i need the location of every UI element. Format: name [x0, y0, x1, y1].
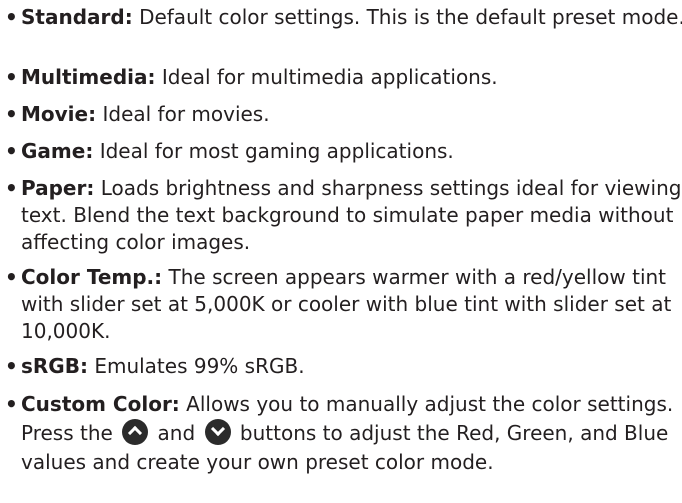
chevron-up-circle-icon [122, 419, 149, 445]
item-description: Emulates 99% sRGB. [94, 354, 305, 378]
list-item-movie: • Movie: Ideal for movies. [5, 101, 682, 128]
chevron-down-circle-icon [204, 419, 231, 445]
item-description: Ideal for movies. [102, 102, 270, 126]
item-description-end: buttons to adjust the Red, Green, and Bl… [21, 421, 669, 474]
list-item-srgb: • sRGB: Emulates 99% sRGB. [5, 353, 682, 380]
bullet: • [5, 392, 18, 416]
list-item-standard: • Standard: Default color settings. This… [5, 4, 682, 31]
item-term: Game: [21, 139, 94, 163]
list-item-paper: • Paper: Loads brightness and sharpness … [5, 175, 682, 256]
bullet: • [5, 5, 18, 29]
item-description-middle: and [157, 421, 196, 445]
list-item-custom-color: • Custom Color: Allows you to manually a… [5, 390, 682, 477]
item-description: Default color settings. This is the defa… [139, 5, 682, 29]
item-description: Ideal for multimedia applications. [161, 65, 498, 89]
bullet: • [5, 139, 18, 163]
item-term: Standard: [21, 5, 133, 29]
item-description: Ideal for most gaming applications. [99, 139, 454, 163]
bullet: • [5, 102, 18, 126]
item-term: sRGB: [21, 354, 88, 378]
item-term: Multimedia: [21, 65, 156, 89]
item-term: Custom Color: [21, 392, 180, 416]
bullet: • [5, 176, 18, 200]
preset-mode-list: • Standard: Default color settings. This… [0, 0, 682, 503]
item-term: Movie: [21, 102, 97, 126]
item-term: Color Temp.: [21, 265, 163, 289]
list-item-color-temp: • Color Temp.: The screen appears warmer… [5, 264, 682, 345]
bullet: • [5, 265, 18, 289]
bullet: • [5, 354, 18, 378]
bullet: • [5, 65, 18, 89]
list-item-game: • Game: Ideal for most gaming applicatio… [5, 138, 682, 165]
list-item-multimedia: • Multimedia: Ideal for multimedia appli… [5, 64, 682, 91]
item-term: Paper: [21, 176, 95, 200]
item-description: Loads brightness and sharpness settings … [21, 176, 682, 254]
